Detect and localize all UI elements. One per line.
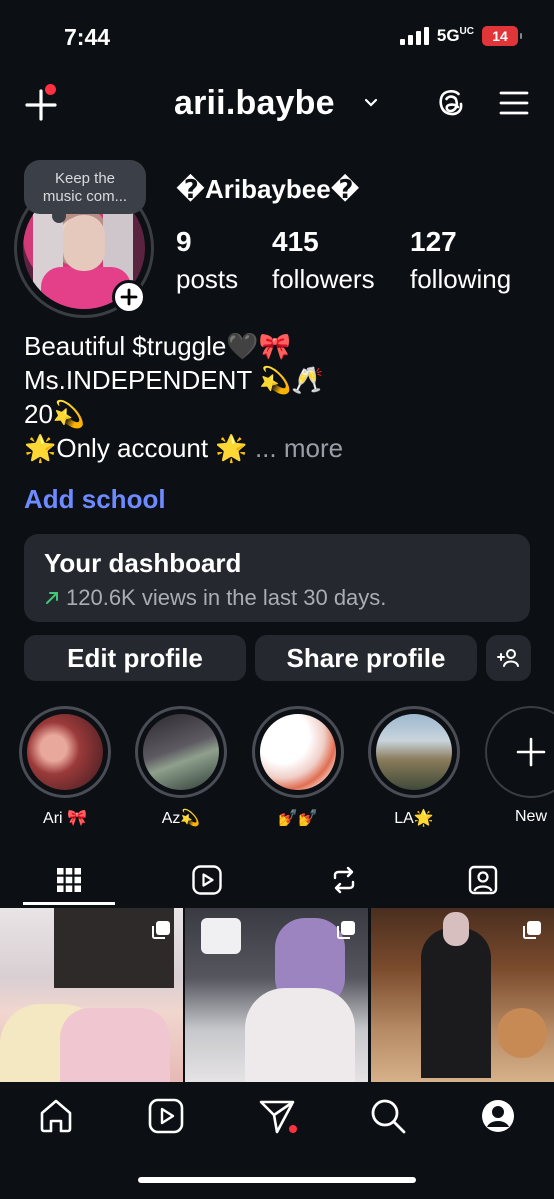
share-profile-button[interactable]: Share profile <box>255 635 477 681</box>
multiple-posts-icon <box>337 921 355 939</box>
edit-profile-button[interactable]: Edit profile <box>24 635 246 681</box>
profile-header: arii.baybe <box>0 78 554 128</box>
username-title[interactable]: arii.baybe <box>174 84 335 123</box>
dashboard-card[interactable]: Your dashboard 120.6K views in the last … <box>24 534 530 622</box>
add-school-link[interactable]: Add school <box>24 484 166 515</box>
followers-stat[interactable]: 415 followers <box>272 226 375 295</box>
status-time: 7:44 <box>64 24 111 50</box>
chevron-down-icon[interactable] <box>364 96 378 110</box>
tab-posts[interactable] <box>23 856 115 904</box>
bio-line: Beautiful $truggle🖤🎀 <box>24 331 292 361</box>
messages-icon[interactable] <box>257 1096 297 1136</box>
network-label: 5GUC <box>436 26 474 45</box>
bio-line: 🌟Only account 🌟 ... more <box>24 433 344 463</box>
highlight-item[interactable]: LA🌟 <box>368 706 460 828</box>
trend-up-icon <box>46 592 58 604</box>
reels-icon[interactable] <box>146 1096 186 1136</box>
status-indicators: 5GUC 14 <box>399 26 522 46</box>
highlight-item[interactable]: Az💫 <box>135 706 227 828</box>
following-label: following <box>410 264 512 294</box>
add-person-icon <box>496 649 519 667</box>
multiple-posts-icon <box>152 921 170 939</box>
reels-icon <box>192 865 222 895</box>
followers-count: 415 <box>272 226 319 257</box>
posts-label: posts <box>176 264 239 294</box>
highlight-label: Az💫 <box>161 810 201 827</box>
highlight-label: LA🌟 <box>394 810 434 827</box>
bio-line: 20💫 <box>24 399 86 429</box>
tab-reels[interactable] <box>161 856 253 904</box>
highlight-label: 💅💅 <box>278 810 318 827</box>
highlight-item[interactable]: 💅💅 <box>252 706 344 828</box>
grid-icon <box>57 868 81 892</box>
tab-tagged[interactable] <box>437 856 529 904</box>
tab-reposts[interactable] <box>298 856 390 904</box>
followers-label: followers <box>272 264 375 294</box>
plus-icon <box>120 288 138 306</box>
highlight-ring <box>252 706 344 798</box>
highlight-ring <box>19 706 111 798</box>
note-text-line-1: Keep the <box>54 170 116 187</box>
plus-icon <box>516 737 546 767</box>
signal-icon <box>399 27 429 45</box>
bio: Beautiful $truggle🖤🎀 Ms.INDEPENDENT 💫🥂 2… <box>24 329 343 465</box>
posts-grid <box>0 908 554 1082</box>
search-icon[interactable] <box>368 1096 408 1136</box>
dashboard-subtitle: 120.6K views in the last 30 days. <box>44 585 510 611</box>
dashboard-title: Your dashboard <box>44 548 242 578</box>
battery-icon: 14 <box>482 26 522 46</box>
add-story-button[interactable] <box>112 280 146 314</box>
posts-stat[interactable]: 9 posts <box>176 226 238 295</box>
note-bubble[interactable]: Keep the music com... <box>24 160 146 223</box>
multiple-posts-icon <box>523 921 541 939</box>
post-thumbnail[interactable] <box>0 908 183 1082</box>
repost-icon <box>333 866 355 894</box>
menu-icon[interactable] <box>498 88 530 118</box>
home-indicator <box>138 1177 416 1183</box>
profile-tabs <box>0 856 554 908</box>
notification-dot <box>45 84 56 95</box>
following-count: 127 <box>410 226 457 257</box>
bio-more-link[interactable]: ... more <box>255 433 343 463</box>
profile-stats: 9 posts 415 followers 127 following <box>176 226 536 296</box>
note-text-line-2: music com... <box>42 188 128 205</box>
threads-icon[interactable] <box>434 86 468 120</box>
highlight-label: Ari 🎀 <box>43 810 87 827</box>
active-tab-indicator <box>23 902 115 905</box>
home-icon[interactable] <box>36 1096 76 1136</box>
post-thumbnail[interactable] <box>185 908 368 1082</box>
status-bar: 7:44 5GUC 14 <box>0 0 554 70</box>
tagged-person-icon <box>468 865 498 895</box>
post-thumbnail[interactable] <box>371 908 554 1082</box>
display-name: �Aribaybee� <box>176 174 360 204</box>
bio-line: Ms.INDEPENDENT 💫🥂 <box>24 365 324 395</box>
following-stat[interactable]: 127 following <box>410 226 511 295</box>
highlight-ring <box>135 706 227 798</box>
new-highlight-button[interactable]: New <box>485 706 554 826</box>
highlight-ring <box>368 706 460 798</box>
new-highlight-ring <box>485 706 554 798</box>
highlight-label: New <box>514 808 547 825</box>
profile-icon[interactable] <box>478 1096 518 1136</box>
discover-people-button[interactable] <box>486 635 531 681</box>
highlight-item[interactable]: Ari 🎀 <box>19 706 111 828</box>
posts-count: 9 <box>176 226 192 257</box>
